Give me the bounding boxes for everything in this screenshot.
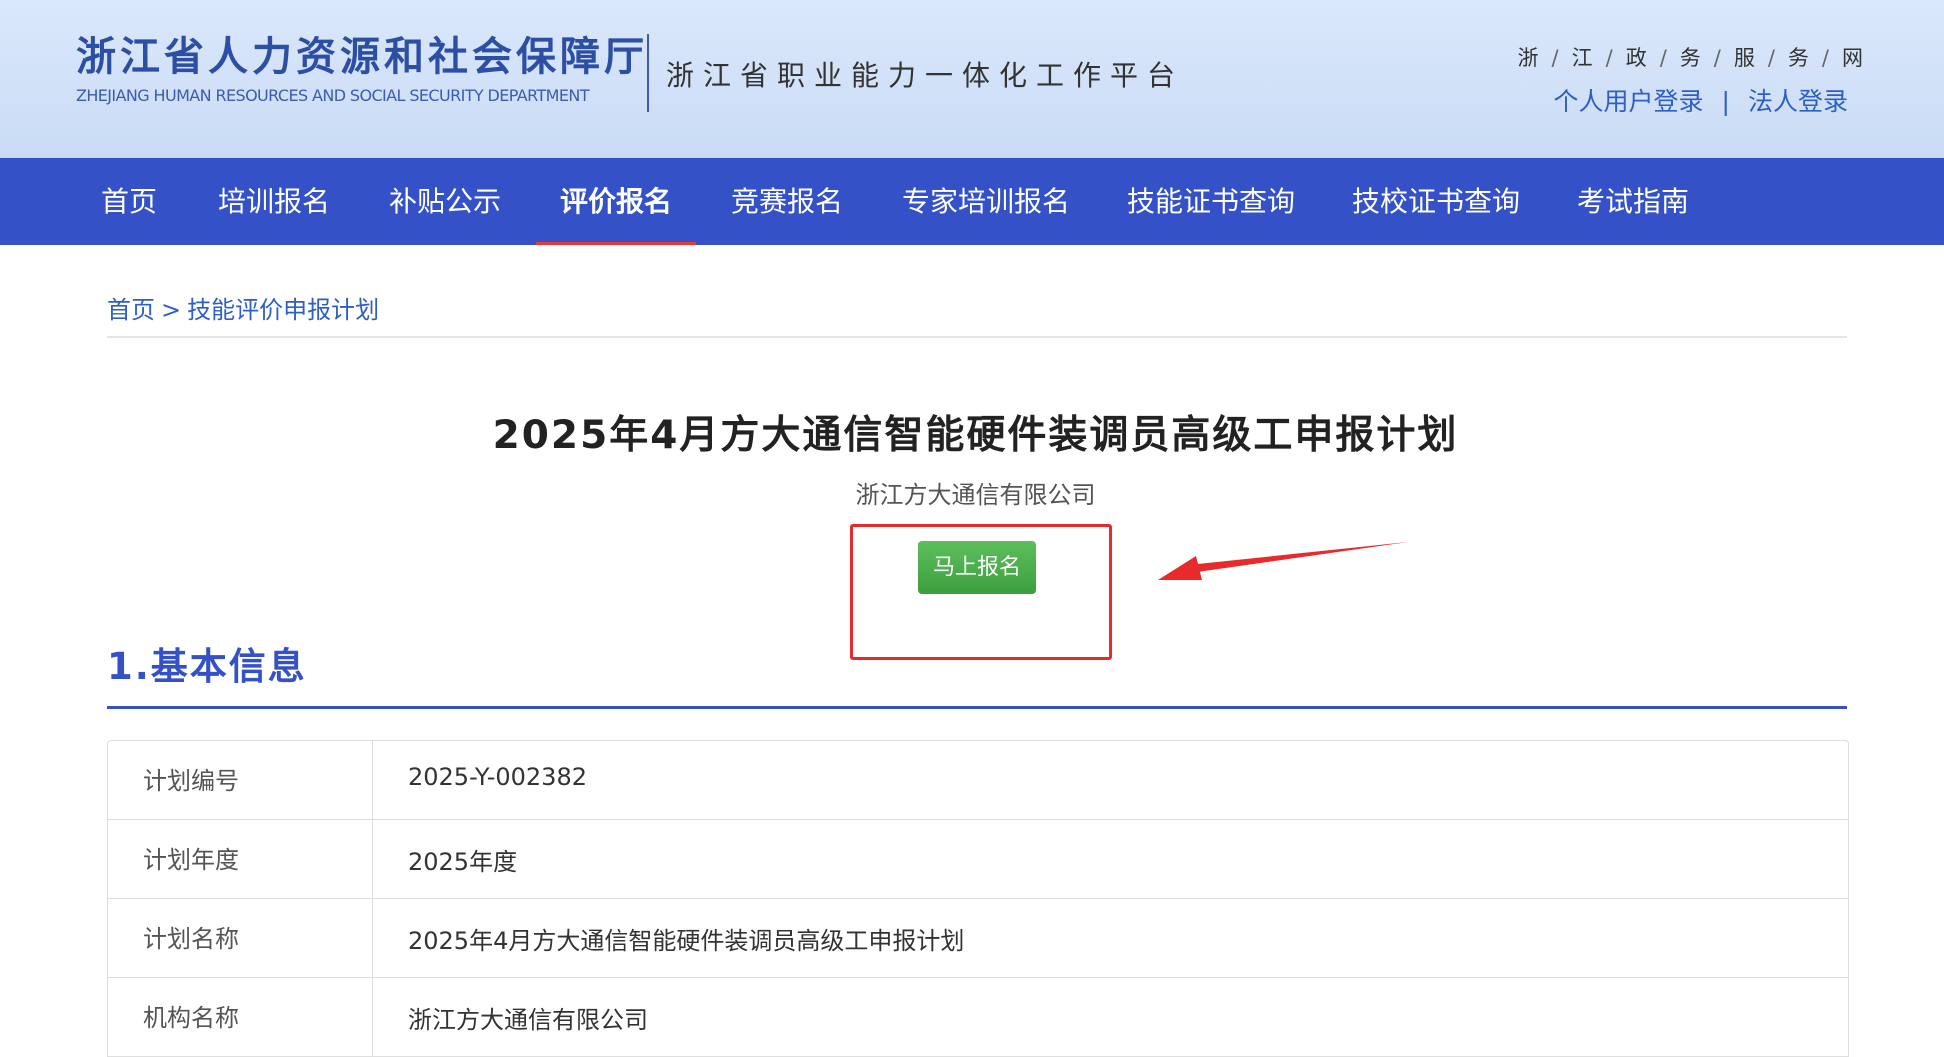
gov-service-link[interactable]: 浙 / 江 / 政 / 务 / 服 / 务 / 网 <box>1518 42 1866 72</box>
row-key: 计划名称 <box>108 899 373 977</box>
nav-item-home[interactable]: 首页 <box>101 158 157 245</box>
main-nav: 首页 培训报名 补贴公示 评价报名 竞赛报名 专家培训报名 技能证书查询 技校证… <box>0 158 1944 245</box>
row-value: 2025年4月方大通信智能硬件装调员高级工申报计划 <box>408 927 965 955</box>
breadcrumb: 首页 > 技能评价申报计划 <box>107 290 379 325</box>
gov-link-char: 江 <box>1571 46 1596 70</box>
gov-link-char: 服 <box>1733 46 1758 70</box>
table-row: 计划名称 2025年4月方大通信智能硬件装调员高级工申报计划 <box>108 899 1848 978</box>
table-row: 计划年度 2025年度 <box>108 820 1848 899</box>
arrow-head <box>1158 556 1202 580</box>
personal-login-link[interactable]: 个人用户登录 <box>1554 87 1704 116</box>
breadcrumb-current[interactable]: 技能评价申报计划 <box>187 296 379 324</box>
row-key: 机构名称 <box>108 978 373 1056</box>
signup-button[interactable]: 马上报名 <box>918 541 1036 594</box>
nav-item-evaluation-signup[interactable]: 评价报名 <box>535 158 697 245</box>
nav-item-subsidy-notice[interactable]: 补贴公示 <box>389 158 501 245</box>
login-separator: | <box>1721 87 1730 116</box>
nav-item-training-signup[interactable]: 培训报名 <box>218 158 330 245</box>
basic-info-table: 计划编号 2025-Y-002382 计划年度 2025年度 计划名称 2025… <box>107 740 1849 1057</box>
gov-link-char: 网 <box>1842 46 1866 70</box>
arrow-shaft <box>1188 542 1408 573</box>
annotation-arrow-icon <box>1158 542 1408 580</box>
corporate-login-link[interactable]: 法人登录 <box>1748 87 1848 116</box>
nav-item-exam-guide[interactable]: 考试指南 <box>1577 158 1689 245</box>
platform-name: 浙江省职业能力一体化工作平台 <box>666 59 1185 92</box>
section-divider <box>107 706 1847 709</box>
row-value: 2025年度 <box>408 848 518 876</box>
table-row: 计划编号 2025-Y-002382 <box>108 741 1848 820</box>
organization-name: 浙江方大通信有限公司 <box>855 481 1096 509</box>
nav-item-expert-training[interactable]: 专家培训报名 <box>902 158 1070 245</box>
page-title: 2025年4月方大通信智能硬件装调员高级工申报计划 <box>492 413 1459 458</box>
gov-link-char: 务 <box>1787 46 1812 70</box>
logo-divider <box>647 34 649 112</box>
gov-link-char: 务 <box>1679 46 1704 70</box>
nav-item-competition-signup[interactable]: 竞赛报名 <box>731 158 843 245</box>
table-row: 机构名称 浙江方大通信有限公司 <box>108 978 1848 1057</box>
breadcrumb-home[interactable]: 首页 <box>107 296 155 324</box>
breadcrumb-separator: > <box>161 296 182 324</box>
row-value: 2025-Y-002382 <box>408 763 587 791</box>
site-header: 浙江省人力资源和社会保障厅 ZHEJIANG HUMAN RESOURCES A… <box>0 0 1944 158</box>
login-links: 个人用户登录 | 法人登录 <box>1554 82 1848 118</box>
row-key: 计划年度 <box>108 820 373 898</box>
nav-item-school-cert-query[interactable]: 技校证书查询 <box>1352 158 1520 245</box>
logo-title[interactable]: 浙江省人力资源和社会保障厅 <box>76 24 648 82</box>
row-key: 计划编号 <box>108 741 373 819</box>
breadcrumb-divider <box>107 336 1847 338</box>
gov-link-char: 浙 <box>1517 46 1542 70</box>
logo-subtitle: ZHEJIANG HUMAN RESOURCES AND SOCIAL SECU… <box>76 86 590 105</box>
section-title: 1.基本信息 <box>107 645 307 688</box>
gov-link-char: 政 <box>1625 46 1650 70</box>
nav-item-skill-cert-query[interactable]: 技能证书查询 <box>1127 158 1295 245</box>
row-value: 浙江方大通信有限公司 <box>408 1006 648 1034</box>
